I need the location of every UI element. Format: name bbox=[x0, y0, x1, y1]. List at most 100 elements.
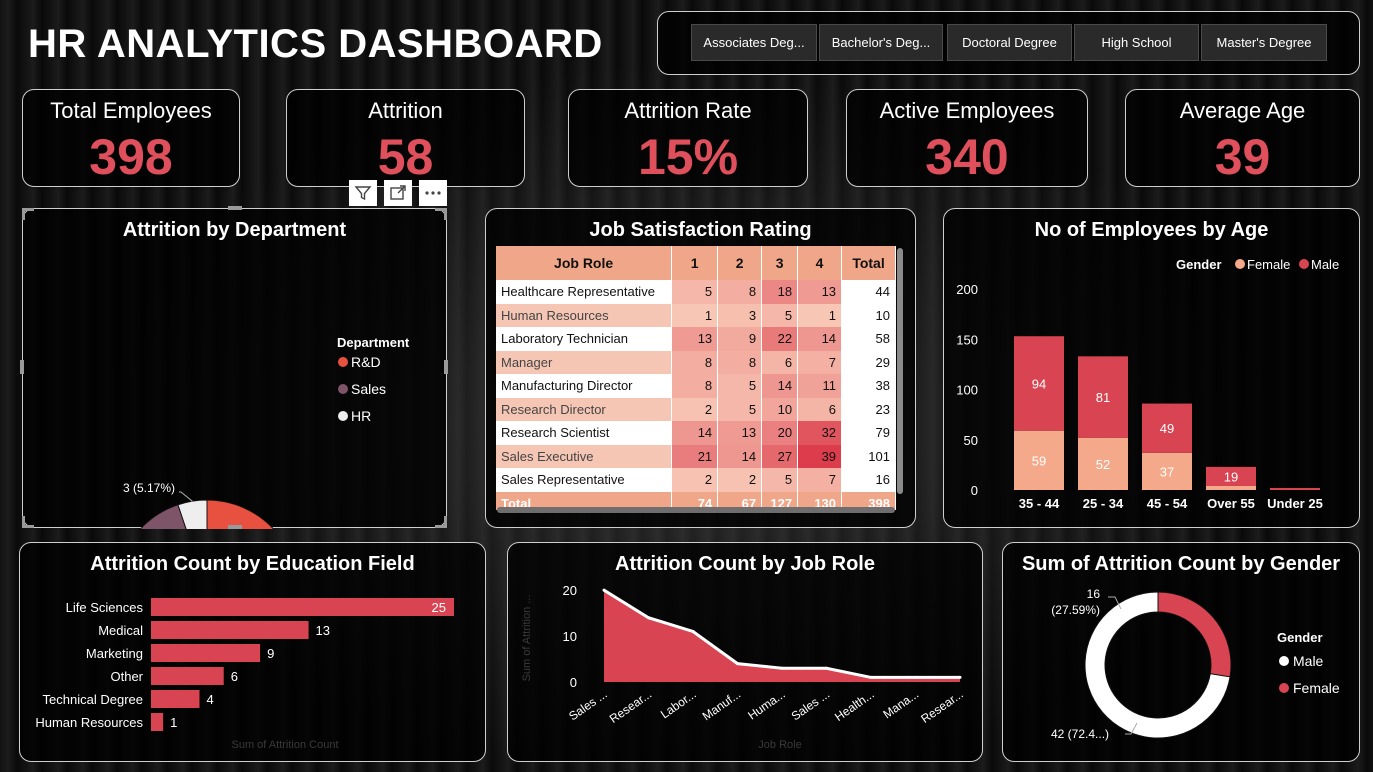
rating-cell: 2 bbox=[717, 468, 763, 492]
slicer-item-masters[interactable]: Master's Degree bbox=[1201, 24, 1327, 61]
attrition-by-gender-card[interactable]: Sum of Attrition Count by Gender 16 (27.5… bbox=[1002, 542, 1360, 762]
resize-handle[interactable] bbox=[228, 206, 242, 210]
total-cell: 10 bbox=[841, 303, 896, 327]
table-row[interactable]: Research Scientist 14 13 20 32 79 bbox=[496, 421, 896, 445]
resize-handle[interactable] bbox=[20, 360, 24, 374]
page-title: HR ANALYTICS DASHBOARD bbox=[28, 22, 603, 66]
legend-marker bbox=[338, 357, 348, 367]
job-role-cell: Human Resources bbox=[496, 303, 673, 327]
resize-handle[interactable] bbox=[444, 360, 448, 374]
attrition-by-job-role-chart[interactable]: 01020Sales ...Resear... Labor... Manuf... H… bbox=[508, 543, 984, 763]
employees-by-age-chart[interactable]: 0 50 100 150 200 59 94 35 - 44 52 81 25 - 34 37 49 45… bbox=[944, 209, 1361, 529]
legend-title: Gender bbox=[1176, 257, 1222, 272]
job-role-cell: Sales Executive bbox=[496, 444, 673, 468]
rating-cell: 14 bbox=[671, 421, 719, 445]
attrition-by-education-chart[interactable]: Life Sciences 25 Medical 13 Marketing 9 Other 6… bbox=[20, 543, 487, 763]
rating-cell: 18 bbox=[761, 280, 799, 304]
attrition-by-education-card[interactable]: Attrition Count by Education Field Life … bbox=[19, 542, 486, 762]
rating-cell: 7 bbox=[797, 350, 843, 374]
x-tick-label: Manuf... bbox=[700, 687, 744, 723]
slicer-item-associates[interactable]: Associates Deg... bbox=[691, 24, 817, 61]
rating-cell: 20 bbox=[761, 421, 799, 445]
table-row[interactable]: Healthcare Representative 5 8 18 13 44 bbox=[496, 280, 896, 304]
attrition-by-department-chart[interactable]: 32(55.17%)23(39.66%)3 (5.17%)DepartmentR… bbox=[23, 209, 448, 529]
x-tick-label: Over 55 bbox=[1207, 496, 1255, 511]
kpi-average-age: Average Age 39 bbox=[1125, 89, 1360, 187]
kpi-label: Total Employees bbox=[50, 98, 212, 123]
legend-item: Male bbox=[1311, 257, 1339, 272]
table-row[interactable]: Sales Executive 21 14 27 39 101 bbox=[496, 444, 896, 468]
legend-marker bbox=[1279, 656, 1289, 666]
job-role-cell: Research Director bbox=[496, 397, 673, 421]
job-role-cell: Research Scientist bbox=[496, 421, 673, 445]
kpi-label: Attrition Rate bbox=[624, 98, 752, 123]
data-label: 94 bbox=[1032, 376, 1046, 391]
column-header[interactable]: 4 bbox=[797, 246, 843, 280]
rating-cell: 5 bbox=[717, 374, 763, 398]
filter-icon[interactable] bbox=[349, 180, 377, 206]
job-satisfaction-table[interactable]: Job Role 1 2 3 4 Total Healthcare Repres… bbox=[496, 246, 896, 510]
x-tick-label: Sales ... bbox=[566, 687, 610, 723]
x-tick-label: Labor... bbox=[658, 687, 699, 721]
attrition-by-job-role-card[interactable]: Attrition Count by Job Role 0 10 20 Sales .… bbox=[507, 542, 983, 762]
rating-cell: 1 bbox=[671, 303, 719, 327]
kpi-label: Attrition bbox=[368, 98, 443, 123]
slicer-item-bachelors[interactable]: Bachelor's Deg... bbox=[819, 24, 943, 61]
legend-item: Female bbox=[1293, 680, 1340, 696]
x-tick-label: Huma... bbox=[745, 687, 787, 723]
rating-cell: 8 bbox=[717, 280, 763, 304]
y-tick-label: 150 bbox=[956, 332, 978, 347]
attrition-by-department-card[interactable]: Attrition by Department 32(55.17%)23(39.… bbox=[22, 208, 448, 529]
legend-item: Sales bbox=[351, 381, 386, 397]
column-header[interactable]: Job Role bbox=[496, 246, 673, 280]
column-header[interactable]: Total bbox=[841, 246, 896, 280]
table-row[interactable]: Sales Representative 2 2 5 7 16 bbox=[496, 468, 896, 492]
more-options-icon[interactable] bbox=[419, 180, 447, 206]
y-tick-label: Other bbox=[110, 669, 143, 684]
x-axis-label: Job Role bbox=[758, 739, 801, 751]
column-header[interactable]: 2 bbox=[717, 246, 763, 280]
slicer-item-doctoral[interactable]: Doctoral Degree bbox=[947, 24, 1072, 61]
legend-title: Department bbox=[337, 335, 410, 350]
resize-handle[interactable] bbox=[444, 516, 447, 528]
table-row[interactable]: Laboratory Technician 13 9 22 14 58 bbox=[496, 327, 896, 351]
bar-female bbox=[1206, 485, 1256, 490]
legend-item: Female bbox=[1247, 257, 1290, 272]
bar bbox=[151, 598, 454, 616]
table-row[interactable]: Research Director 2 5 10 6 23 bbox=[496, 397, 896, 421]
resize-handle[interactable] bbox=[228, 525, 242, 529]
column-header[interactable]: 1 bbox=[671, 246, 719, 280]
resize-handle[interactable] bbox=[444, 208, 447, 220]
kpi-value: 58 bbox=[377, 129, 434, 185]
data-label: 3 (5.17%) bbox=[123, 481, 175, 495]
employees-by-age-card[interactable]: No of Employees by Age 0 50 100 150 200 59 94 3… bbox=[943, 208, 1360, 528]
legend-title: Gender bbox=[1277, 630, 1323, 645]
table-horizontal-scrollbar[interactable] bbox=[497, 507, 895, 513]
job-role-cell: Sales Representative bbox=[496, 468, 673, 492]
bar-male bbox=[1270, 487, 1320, 490]
table-vertical-scrollbar[interactable] bbox=[897, 248, 903, 494]
resize-handle[interactable] bbox=[22, 208, 25, 220]
y-tick-label: 200 bbox=[956, 282, 978, 297]
x-tick-label: 45 - 54 bbox=[1147, 496, 1188, 511]
data-point bbox=[780, 666, 784, 670]
rating-cell: 11 bbox=[797, 374, 843, 398]
legend-marker bbox=[1235, 259, 1245, 269]
data-label: 4 bbox=[206, 692, 213, 707]
attrition-by-gender-chart[interactable]: 16 (27.59%) 42 (72.4...) Gender Male Female bbox=[1003, 543, 1361, 763]
kpi-attrition-rate: Attrition Rate 15% bbox=[568, 89, 808, 187]
resize-handle[interactable] bbox=[22, 516, 25, 528]
total-cell: 58 bbox=[841, 327, 896, 351]
slicer-item-high-school[interactable]: High School bbox=[1074, 24, 1199, 61]
data-label: 19 bbox=[1224, 469, 1238, 484]
column-header[interactable]: 3 bbox=[761, 246, 799, 280]
bar bbox=[151, 644, 261, 662]
focus-mode-icon[interactable] bbox=[384, 180, 412, 206]
rating-cell: 39 bbox=[797, 444, 843, 468]
table-row[interactable]: Manufacturing Director 8 5 14 11 38 bbox=[496, 374, 896, 398]
data-point bbox=[958, 675, 962, 679]
table-row[interactable]: Manager 8 8 6 7 29 bbox=[496, 350, 896, 374]
kpi-attrition: Attrition 58 bbox=[286, 89, 525, 187]
data-point bbox=[825, 666, 828, 670]
table-row[interactable]: Human Resources 1 3 5 1 10 bbox=[496, 303, 896, 327]
